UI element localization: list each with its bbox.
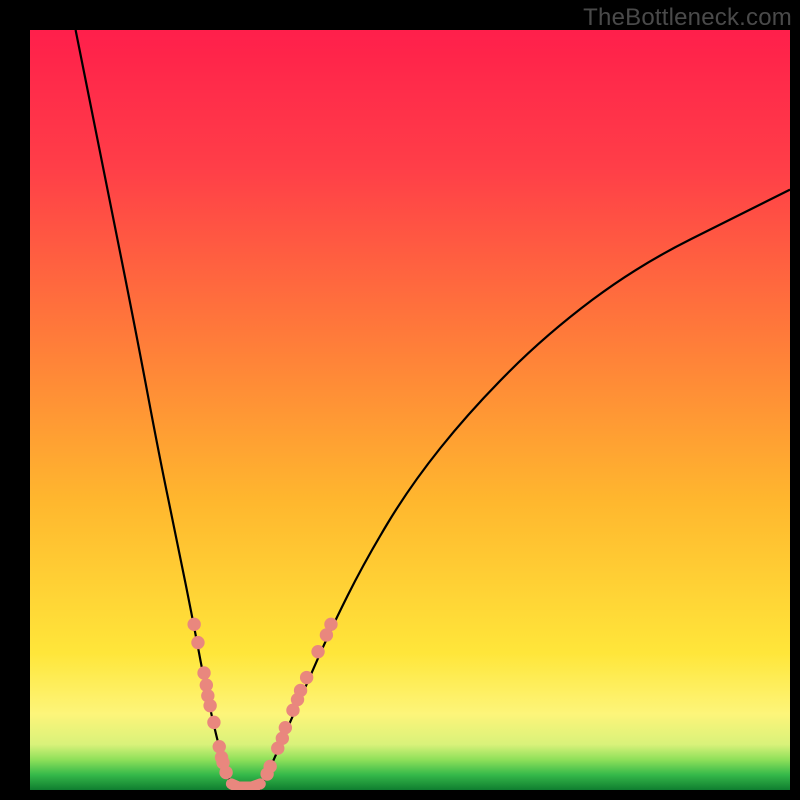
marker-right-11 bbox=[324, 618, 337, 631]
marker-right-4 bbox=[279, 721, 292, 734]
marker-left-0 bbox=[187, 618, 200, 631]
plot-area bbox=[30, 30, 790, 790]
chart-frame: TheBottleneck.com bbox=[0, 0, 800, 800]
marker-dots bbox=[187, 618, 337, 781]
marker-left-1 bbox=[191, 636, 204, 649]
marker-left-2 bbox=[197, 666, 210, 679]
marker-right-8 bbox=[300, 671, 313, 684]
marker-left-10 bbox=[219, 766, 232, 779]
watermark-text: TheBottleneck.com bbox=[583, 4, 792, 32]
marker-right-7 bbox=[294, 684, 307, 697]
right-curve bbox=[260, 190, 790, 790]
marker-left-5 bbox=[203, 699, 216, 712]
valley-connector bbox=[231, 784, 260, 787]
marker-left-6 bbox=[207, 716, 220, 729]
marker-right-9 bbox=[311, 645, 324, 658]
curve-layer bbox=[30, 30, 790, 790]
marker-right-1 bbox=[263, 760, 276, 773]
